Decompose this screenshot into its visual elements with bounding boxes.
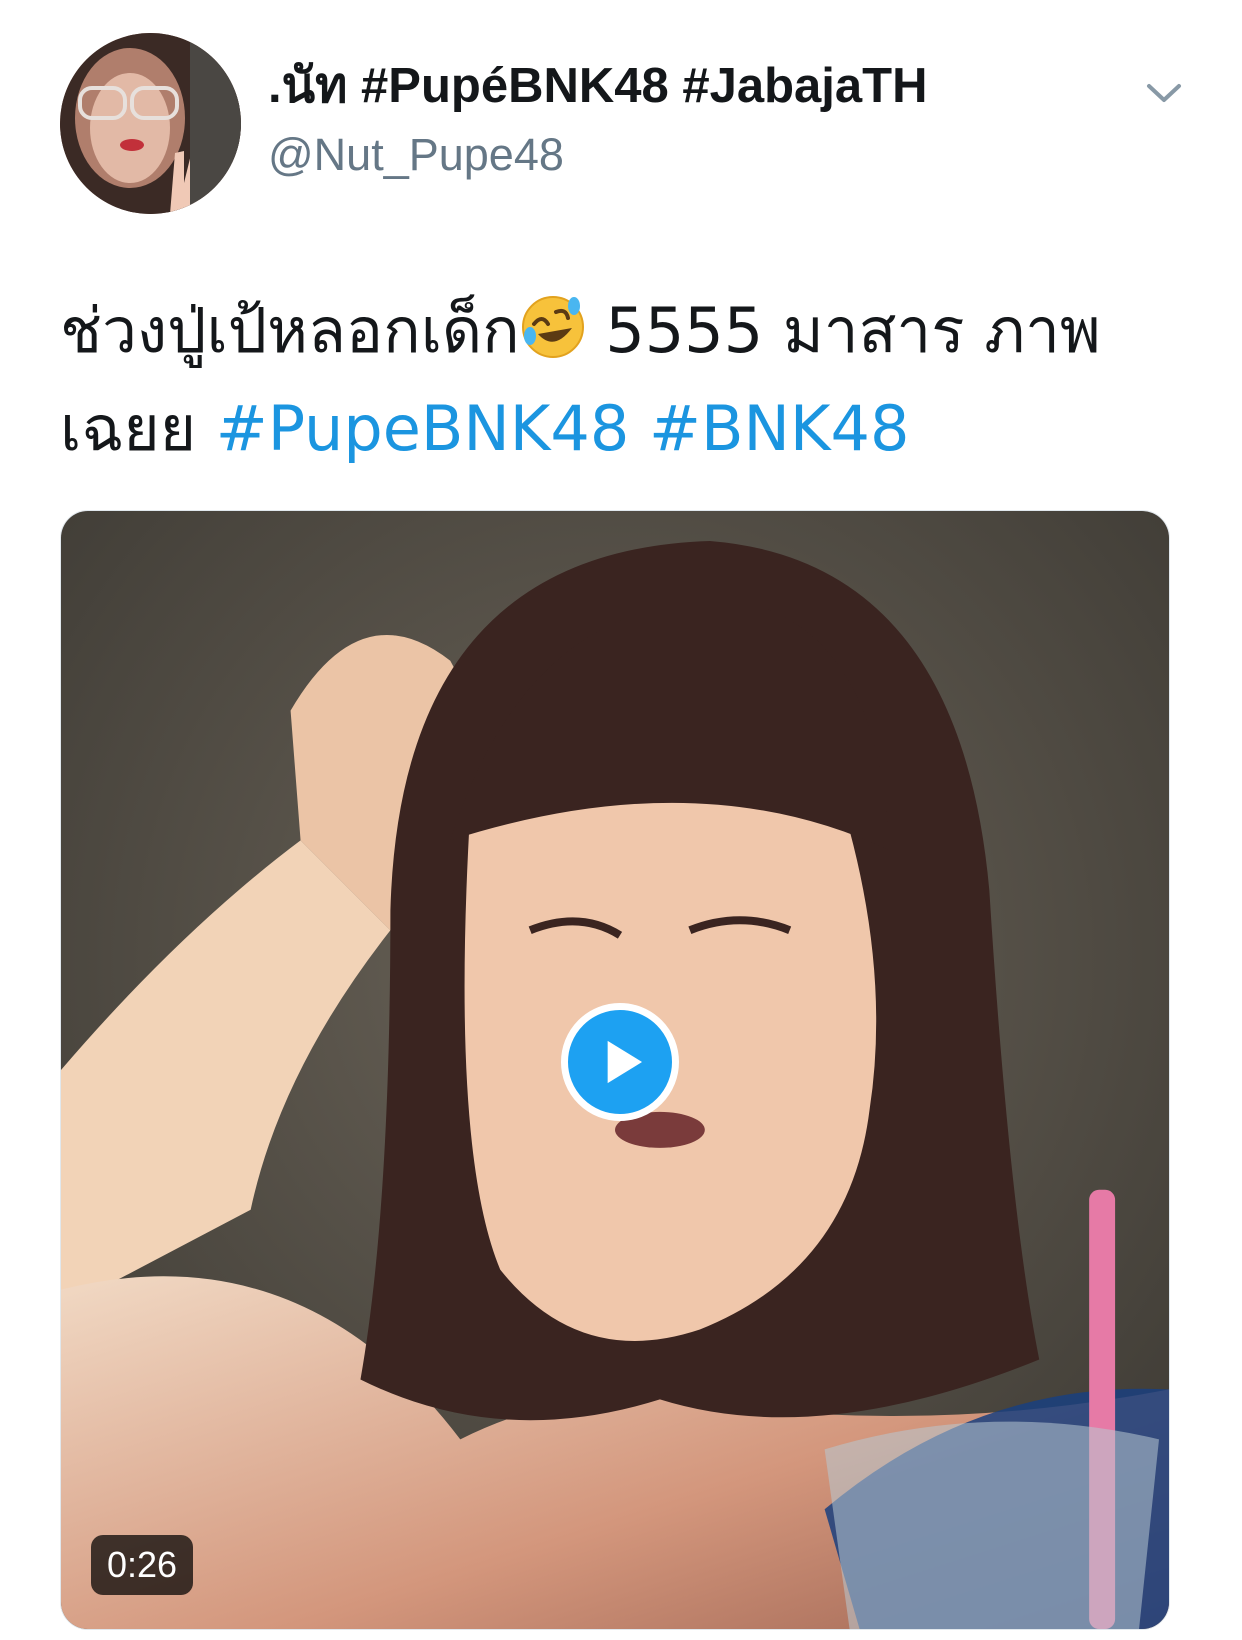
video-duration-badge: 0:26 [91,1535,194,1595]
hashtag-link-bnk48[interactable]: #BNK48 [649,392,909,465]
tweet-text-part1: ช่วงปู่เป้หลอกเด็ก [60,294,520,367]
rolling-on-floor-laughing-icon [520,290,586,358]
play-button[interactable] [561,1003,679,1121]
tweet-text: ช่วงปู่เป้หลอกเด็ก 5555 มาสาร ภาพเฉยย #P… [60,282,1170,478]
hashtag-link-pupebnk48[interactable]: #PupeBNK48 [216,392,630,465]
avatar-photo [60,33,241,214]
author-avatar[interactable] [60,33,241,214]
tweet-card: .นัท #PupéBNK48 #JabajaTH @Nut_Pupe48 ช่… [0,0,1242,1640]
video-player[interactable]: 0:26 [60,510,1170,1630]
author-display-name[interactable]: .นัท #PupéBNK48 #JabajaTH [268,62,927,111]
chevron-down-icon[interactable] [1143,78,1185,108]
author-handle[interactable]: @Nut_Pupe48 [268,132,564,177]
play-icon [607,1040,643,1084]
